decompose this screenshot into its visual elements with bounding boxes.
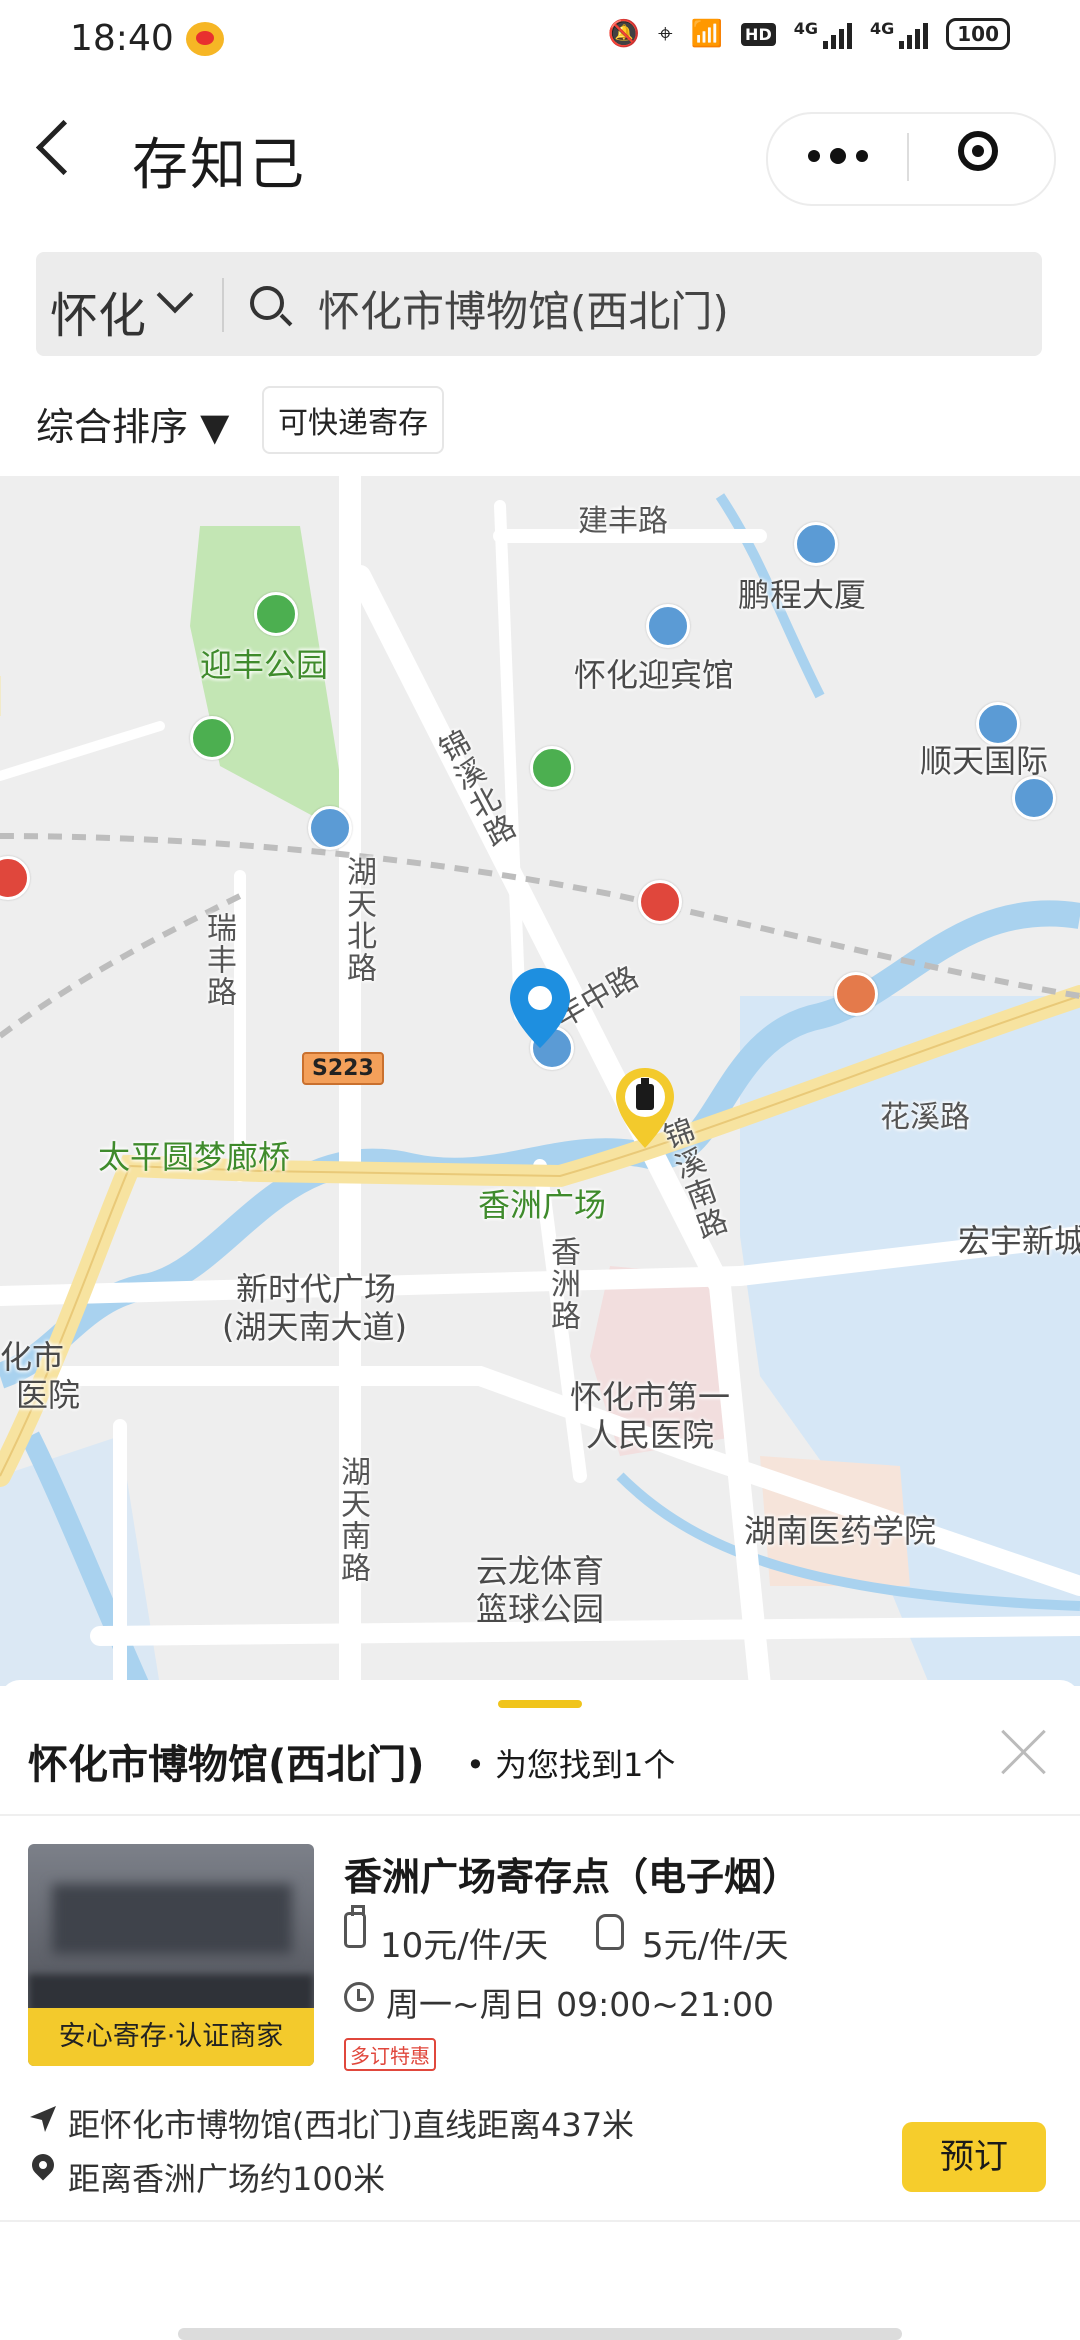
book-button[interactable]: 预订 [902, 2122, 1046, 2192]
storage-point-marker-icon[interactable] [614, 1066, 676, 1150]
store-sign-blur [52, 1884, 292, 1954]
hd-icon: HD [741, 22, 776, 46]
capsule-divider [907, 133, 909, 181]
map-label-hutian-south: 湖天南路 [335, 1456, 370, 1584]
search-icon [250, 286, 284, 320]
home-indicator[interactable] [178, 2328, 902, 2340]
map-label-pengcheng: 鹏程大厦 [738, 576, 867, 614]
back-arrow-icon[interactable] [35, 119, 92, 176]
status-bar: 18:40 🔕 ⌖ 📶 HD 4G 4G 100 [0, 0, 1080, 84]
nearby-distance: 距离香洲广场约100米 [68, 2160, 386, 2198]
city-selector[interactable]: 怀化 [50, 276, 146, 346]
square-tree-icon [530, 746, 574, 790]
promo-tag: 多订特惠 [344, 2038, 436, 2071]
map-label-medical-college: 湖南医药学院 [744, 1512, 937, 1550]
close-miniprogram-icon[interactable] [958, 131, 998, 171]
map-label-xinshidai-2: (湖天南大道) [222, 1308, 407, 1346]
status-icons: 🔕 ⌖ 📶 HD 4G 4G 100 [608, 18, 1010, 50]
map-label-xiangzhou-road: 香洲路 [545, 1236, 580, 1332]
store-name[interactable]: 香洲广场寄存点（电子烟） [344, 1846, 800, 1901]
map-canvas [0, 476, 1080, 1686]
hotel-bed-icon [646, 604, 690, 648]
bag-price: 5元/件/天 [642, 1926, 789, 1966]
clock-icon [344, 1982, 374, 2012]
map-label-yingbin: 怀化迎宾馆 [574, 656, 735, 694]
signal-icon-1: 4G [794, 19, 852, 49]
map-label-first-hospital-2: 人民医院 [586, 1416, 715, 1454]
clock-time: 18:40 [70, 18, 174, 59]
map-label-huaxi: 花溪路 [880, 1100, 970, 1135]
weibo-icon [186, 22, 224, 56]
luggage-price: 10元/件/天 [380, 1926, 549, 1966]
building-icon-4 [308, 806, 352, 850]
map-label-shuntian: 顺天国际 [920, 742, 1049, 780]
wifi-icon: 📶 [690, 19, 724, 49]
store-photo[interactable]: 安心寄存·认证商家 [28, 1844, 314, 2066]
navigation-arrow-icon [30, 2106, 56, 2132]
divider [0, 1814, 1080, 1816]
map-view[interactable]: 建丰路 鹏程大厦 迎丰公园 怀化迎宾馆 顺天国际 锦溪北路 湖天北路 瑞丰路 迎… [0, 476, 1080, 1686]
sheet-drag-handle[interactable] [498, 1700, 582, 1708]
map-label-hongyu: 宏宇新城 [958, 1222, 1080, 1260]
search-divider [222, 278, 224, 332]
map-label-yingfeng-park: 迎丰公园 [200, 646, 329, 684]
hospital-icon [638, 880, 682, 924]
search-input[interactable]: 怀化市博物馆(西北门) [318, 278, 729, 339]
building-icon-3 [1012, 776, 1056, 820]
opening-hours: 周一~周日 09:00~21:00 [386, 1985, 774, 2024]
map-label-jianfeng-road: 建丰路 [578, 504, 668, 539]
backpack-icon [596, 1914, 624, 1950]
map-label-hospital-left-2: 医院 [16, 1376, 81, 1414]
building-icon [794, 522, 838, 566]
mute-bell-icon: 🔕 [607, 19, 641, 49]
divider [0, 2220, 1080, 2222]
sort-dropdown[interactable]: 综合排序 ▼ [36, 396, 229, 451]
location-icon: ⌖ [658, 18, 673, 49]
signal-icon-2: 4G [870, 19, 929, 49]
luggage-icon [344, 1905, 366, 1948]
straight-distance: 距怀化市博物馆(西北门)直线距离437米 [68, 2106, 635, 2144]
map-label-xiangzhou-square: 香洲广场 [478, 1186, 607, 1224]
route-shield-s223: S223 [302, 1052, 384, 1085]
map-label-taiping: 太平圆梦廊桥 [98, 1138, 291, 1176]
more-menu-button[interactable] [808, 138, 868, 174]
express-storage-filter[interactable]: 可快递寄存 [262, 386, 444, 454]
map-label-yunlong-2: 篮球公园 [476, 1590, 605, 1628]
results-place-title: 怀化市博物馆(西北门) [28, 1742, 425, 1788]
scenic-camera-icon [190, 716, 234, 760]
results-count: • 为您找到1个 [466, 1746, 676, 1784]
map-label-ruifeng: 瑞丰路 [201, 912, 236, 1008]
battery-icon: 100 [946, 18, 1010, 50]
page-title: 存知己 [132, 133, 306, 198]
close-icon[interactable] [1000, 1728, 1048, 1776]
park-tree-icon [254, 592, 298, 636]
certified-badge: 安心寄存·认证商家 [28, 2008, 314, 2066]
destination-pin-icon[interactable] [508, 966, 572, 1050]
map-label-hutian-north: 湖天北路 [341, 856, 376, 984]
college-cap-icon [834, 972, 878, 1016]
